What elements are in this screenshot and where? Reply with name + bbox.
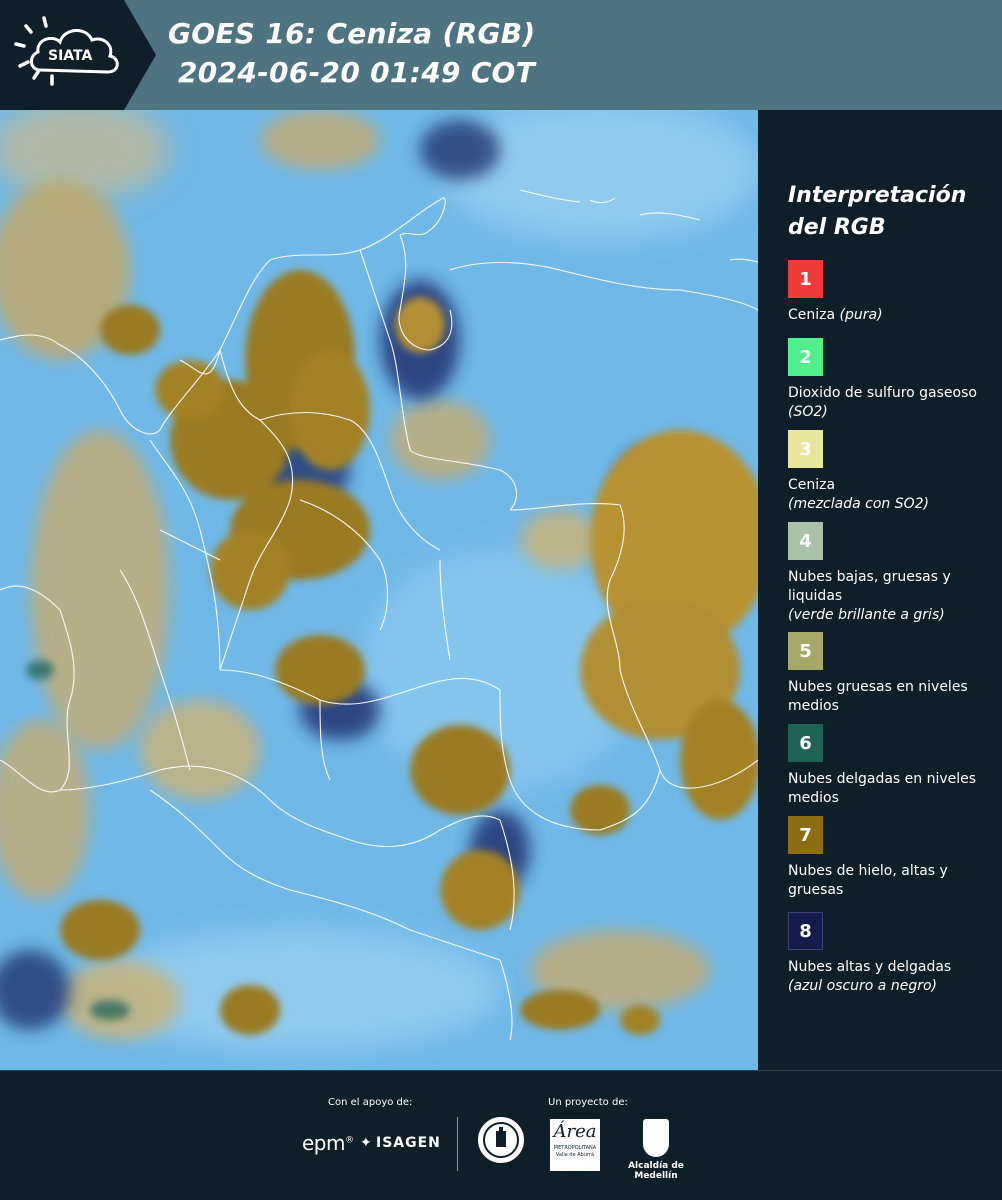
legend-swatch-4: 4 [788,522,823,560]
footer-divider [457,1117,458,1171]
legend-swatch-6: 6 [788,724,823,762]
page-title: GOES 16: Ceniza (RGB) [168,17,536,50]
legend-label-5: Nubes gruesas en niveles medios [788,679,968,714]
header-bar: SIATA GOES 16: Ceniza (RGB) 2024-06-20 0… [0,0,1002,110]
legend-label-7: Nubes de hielo, altas y gruesas [788,863,948,898]
legend-item-3: 3 Ceniza (mezclada con SO2) [788,430,994,514]
project-label: Un proyecto de: [548,1097,628,1108]
siata-logo: SIATA [0,0,160,110]
legend-label-4: Nubes bajas, gruesas y liquidas (verde br… [788,569,951,623]
legend-label-6: Nubes delgadas en niveles medios [788,771,977,806]
isagen-logo: ✦ ISAGEN [360,1135,441,1151]
legend-item-6: 6 Nubes delgadas en niveles medios [788,724,994,808]
legend-swatch-5: 5 [788,632,823,670]
epm-logo: epm® [302,1131,354,1155]
legend-item-5: 5 Nubes gruesas en niveles medios [788,632,994,716]
legend-item-1: 1 Ceniza (pura) [788,260,994,325]
siata-logo-text: SIATA [48,48,93,64]
legend-swatch-8: 8 [788,912,823,950]
legend-panel: Interpretación del RGB 1 Ceniza (pura) 2… [758,110,1002,1070]
satellite-map[interactable] [0,110,758,1070]
footer: Con el apoyo de: Un proyecto de: epm® ✦ I… [0,1070,1002,1200]
legend-swatch-2: 2 [788,338,823,376]
university-seal-logo [478,1117,524,1163]
legend-label-1: Ceniza (pura) [788,307,883,323]
legend-item-7: 7 Nubes de hielo, altas y gruesas [788,816,994,900]
page-timestamp: 2024-06-20 01:49 COT [178,56,536,89]
area-metropolitana-logo: Área METROPOLITANA Valle de Aburrá [550,1119,600,1171]
legend-title: Interpretación del RGB [788,183,967,240]
isagen-star-icon: ✦ [360,1135,373,1151]
alcaldia-medellin-logo: Alcaldía de Medellín [611,1119,701,1181]
legend-swatch-7: 7 [788,816,823,854]
legend-item-2: 2 Dioxido de sulfuro gaseoso (SO2) [788,338,994,422]
legend-swatch-1: 1 [788,260,823,298]
shield-icon [643,1119,669,1157]
legend-label-2: Dioxido de sulfuro gaseoso (SO2) [788,385,977,420]
legend-label-3: Ceniza (mezclada con SO2) [788,477,930,512]
legend-item-8: 8 Nubes altas y delgadas (azul oscuro a n… [788,912,994,996]
support-label: Con el apoyo de: [328,1097,413,1108]
legend-label-8: Nubes altas y delgadas (azul oscuro a neg… [788,959,952,994]
legend-swatch-3: 3 [788,430,823,468]
legend-item-4: 4 Nubes bajas, gruesas y liquidas (verde … [788,522,994,625]
